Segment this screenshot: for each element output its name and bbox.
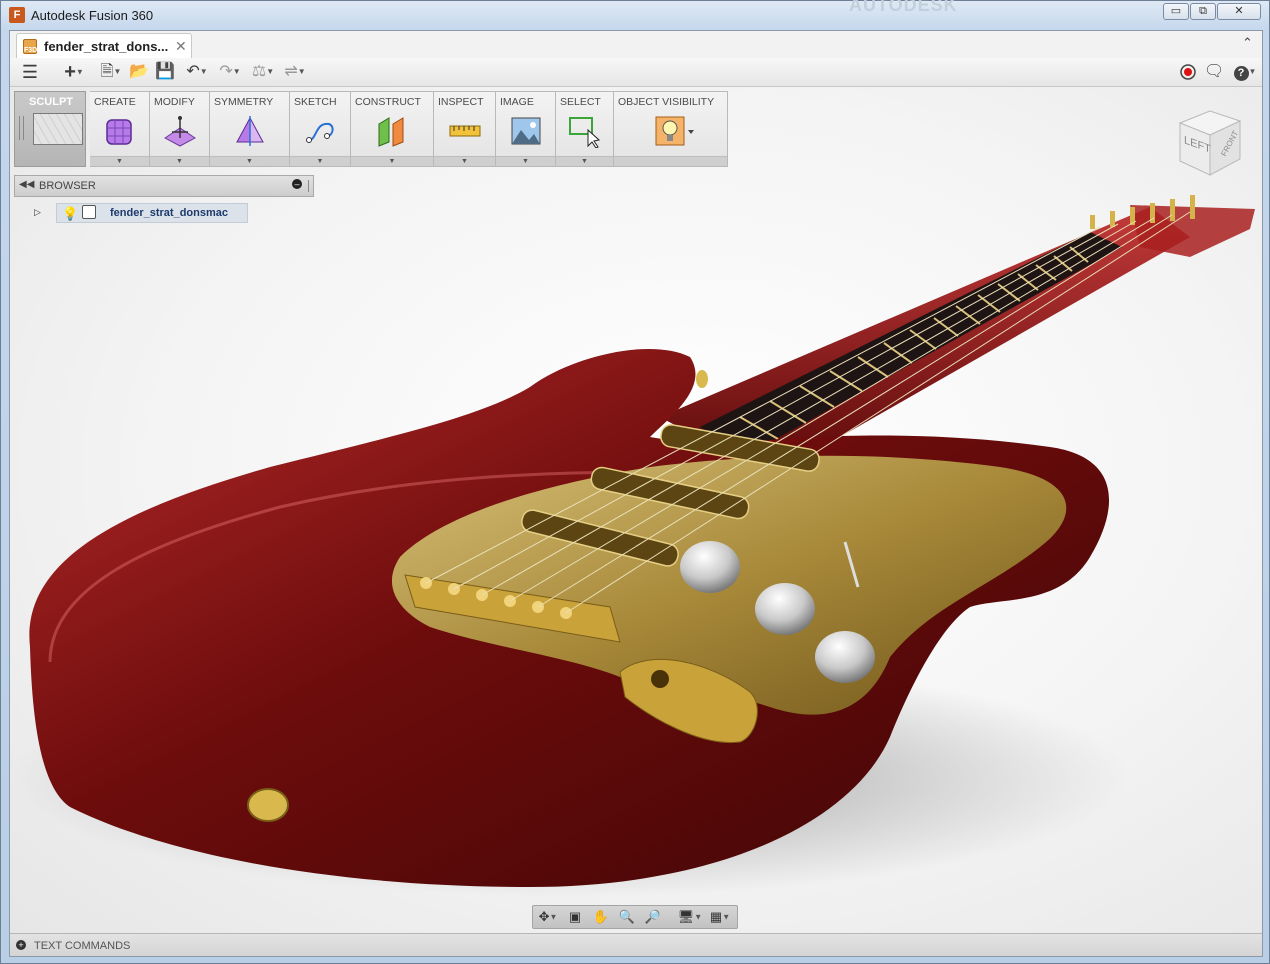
save-icon[interactable]: 💾 xyxy=(155,62,175,82)
share-icon[interactable]: ⇌▼ xyxy=(280,62,310,82)
expand-text-commands-icon[interactable]: + xyxy=(16,940,26,950)
close-window-button[interactable]: ✕ xyxy=(1217,3,1261,20)
browser-panel-header[interactable]: ◀◀ BROWSER – xyxy=(14,175,314,197)
document-tab-bar: F3D fender_strat_dons... ✕ ⌃ xyxy=(10,31,1262,59)
close-tab-icon[interactable]: ✕ xyxy=(175,38,187,55)
undo-icon[interactable]: ↶▼ xyxy=(182,62,212,82)
chevron-up-icon[interactable]: ⌃ xyxy=(1242,35,1253,51)
group-dropdown[interactable]: ▼ xyxy=(290,156,350,166)
browser-grip-icon[interactable] xyxy=(308,180,311,192)
open-folder-icon[interactable]: 📂 xyxy=(129,62,149,82)
group-dropdown[interactable] xyxy=(614,156,727,166)
group-dropdown[interactable]: ▼ xyxy=(434,156,495,166)
group-label: OBJECT VISIBILITY xyxy=(618,96,715,108)
canvas-viewport[interactable]: SCULPT CREATE ▼ MODIFY ▼ SYMMETRY ▼ SKET… xyxy=(10,87,1262,933)
image-icon[interactable] xyxy=(509,114,543,148)
sculpt-mesh-icon xyxy=(33,113,83,145)
group-dropdown[interactable]: ▼ xyxy=(210,156,289,166)
group-dropdown[interactable]: ▼ xyxy=(556,156,613,166)
document-tab[interactable]: F3D fender_strat_dons... ✕ xyxy=(16,33,192,58)
expand-triangle-icon[interactable]: ▷ xyxy=(34,207,41,218)
ribbon-group-inspect[interactable]: INSPECT ▼ xyxy=(434,91,496,167)
offset-plane-icon[interactable] xyxy=(375,114,409,148)
ribbon-group-symmetry[interactable]: SYMMETRY ▼ xyxy=(210,91,290,167)
measure-icon[interactable] xyxy=(448,114,482,148)
browser-title: BROWSER xyxy=(39,180,96,192)
group-label: MODIFY xyxy=(154,96,195,108)
fusion-app-icon: F xyxy=(9,7,25,23)
title-bar: F Autodesk Fusion 360 AUTODESK ▭ ⧉ ✕ xyxy=(1,0,1270,29)
zoom-icon[interactable]: 🔍 xyxy=(617,908,637,926)
zoom-window-icon[interactable]: 🔎 xyxy=(643,908,663,926)
visibility-bulb-icon[interactable] xyxy=(654,114,694,148)
ribbon-group-construct[interactable]: CONSTRUCT ▼ xyxy=(351,91,434,167)
create-form-icon[interactable] xyxy=(103,114,137,148)
component-icon xyxy=(82,205,96,219)
tree-item-label: fender_strat_donsmac xyxy=(110,207,228,219)
text-commands-label: TEXT COMMANDS xyxy=(34,940,131,952)
display-settings-icon[interactable]: 🖥▼ xyxy=(677,908,703,926)
collapse-browser-icon[interactable]: ◀◀ xyxy=(19,179,34,190)
restore-button[interactable]: ⧉ xyxy=(1190,3,1216,20)
group-label: CREATE xyxy=(94,96,136,108)
ribbon-group-sketch[interactable]: SKETCH ▼ xyxy=(290,91,351,167)
sketch-spline-icon[interactable] xyxy=(303,114,337,148)
minimize-button[interactable]: ▭ xyxy=(1163,3,1189,20)
application-window: F Autodesk Fusion 360 AUTODESK ▭ ⧉ ✕ F3D… xyxy=(0,0,1270,964)
new-design-plus-icon[interactable]: +▼ xyxy=(60,62,88,82)
text-commands-bar[interactable]: + TEXT COMMANDS xyxy=(10,933,1262,956)
f3d-file-icon: F3D xyxy=(23,39,37,54)
ribbon-group-image[interactable]: IMAGE ▼ xyxy=(496,91,556,167)
browser-tree-root[interactable]: ▷ 💡 fender_strat_donsmac xyxy=(14,203,254,223)
group-label: IMAGE xyxy=(500,96,534,108)
client-area: F3D fender_strat_dons... ✕ ⌃ ☰ +▼ 🗎▼ 📂 💾… xyxy=(9,30,1263,957)
autodesk-watermark: AUTODESK xyxy=(849,0,958,15)
menu-icon[interactable]: ☰ xyxy=(20,62,40,82)
group-label: SKETCH xyxy=(294,96,337,108)
window-title: Autodesk Fusion 360 xyxy=(31,8,154,23)
ribbon-group-select[interactable]: SELECT ▼ xyxy=(556,91,614,167)
group-label: INSPECT xyxy=(438,96,484,108)
group-label: SELECT xyxy=(560,96,601,108)
help-icon[interactable]: ? ▼ xyxy=(1230,62,1260,82)
symmetry-icon[interactable] xyxy=(233,114,267,148)
navigation-bar: ✥▼ ▣ ✋ 🔍 🔎 🖥▼ ▦▼ xyxy=(532,905,738,929)
group-label: SYMMETRY xyxy=(214,96,274,108)
group-dropdown[interactable]: ▼ xyxy=(496,156,555,166)
comments-icon[interactable]: 🗨 xyxy=(1204,62,1224,82)
group-dropdown[interactable]: ▼ xyxy=(90,156,149,166)
workspace-label: SCULPT xyxy=(29,96,73,108)
redo-icon[interactable]: ↷▼ xyxy=(215,62,245,82)
data-panel-icon[interactable]: ⚖▼ xyxy=(250,62,276,82)
lightbulb-icon[interactable]: 💡 xyxy=(62,206,78,222)
group-label: CONSTRUCT xyxy=(355,96,421,108)
quick-access-toolbar: ☰ +▼ 🗎▼ 📂 💾 ↶▼ ↷▼ ⚖▼ ⇌▼ 🗨 ? ▼ xyxy=(10,58,1262,87)
select-icon[interactable] xyxy=(568,114,602,149)
ribbon-group-modify[interactable]: MODIFY ▼ xyxy=(150,91,210,167)
look-at-icon[interactable]: ▣ xyxy=(565,908,585,926)
edit-form-icon[interactable] xyxy=(163,114,197,148)
group-dropdown[interactable]: ▼ xyxy=(150,156,209,166)
pan-hand-icon[interactable]: ✋ xyxy=(591,908,611,926)
new-file-icon[interactable]: 🗎▼ xyxy=(98,62,124,82)
minimize-browser-icon[interactable]: – xyxy=(292,179,302,189)
ribbon-toolbar: SCULPT CREATE ▼ MODIFY ▼ SYMMETRY ▼ SKET… xyxy=(14,91,728,167)
document-tab-label: fender_strat_dons... xyxy=(44,39,169,54)
ribbon-grip-icon[interactable] xyxy=(19,116,24,140)
record-icon[interactable] xyxy=(1178,62,1198,82)
grid-settings-icon[interactable]: ▦▼ xyxy=(707,908,733,926)
ribbon-group-create[interactable]: CREATE ▼ xyxy=(90,91,150,167)
ribbon-group-object-visibility[interactable]: OBJECT VISIBILITY xyxy=(614,91,728,167)
workspace-switcher[interactable]: SCULPT xyxy=(14,91,86,167)
orbit-icon[interactable]: ✥▼ xyxy=(535,908,561,926)
group-dropdown[interactable]: ▼ xyxy=(351,156,433,166)
view-cube[interactable]: LEFT FRONT xyxy=(1170,109,1242,179)
